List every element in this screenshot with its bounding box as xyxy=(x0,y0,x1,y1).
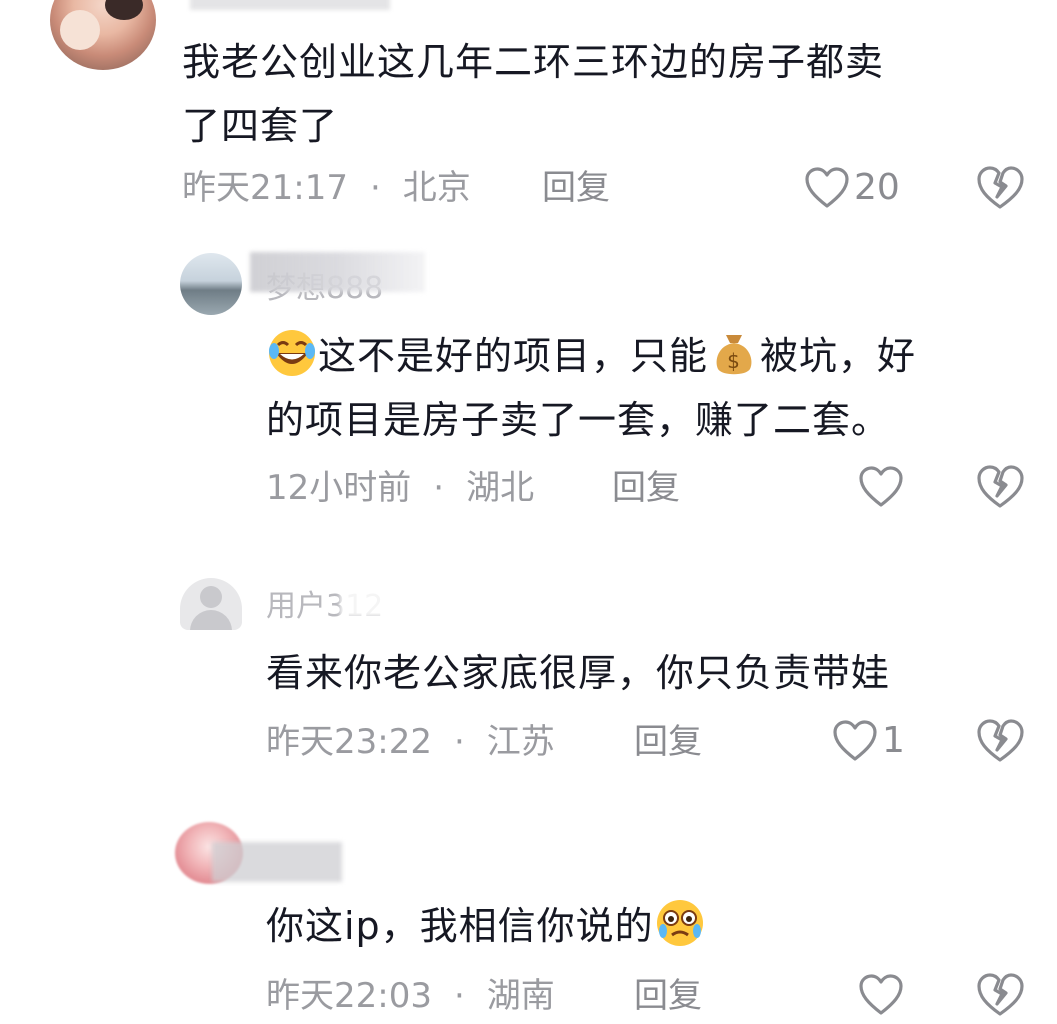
heart-outline-icon xyxy=(833,720,877,761)
comment-text: 你这ip，我相信你说的 xyxy=(266,894,1026,958)
comment-meta: 昨天21:17 · 北京 xyxy=(182,166,471,210)
heart-outline-icon xyxy=(859,974,903,1015)
broken-heart-icon xyxy=(977,973,1024,1016)
comment-location: 北京 xyxy=(402,168,471,208)
reply-button[interactable]: 回复 xyxy=(634,974,702,1018)
comment-meta: 昨天22:03 · 湖南 xyxy=(266,974,555,1018)
broken-heart-icon xyxy=(977,719,1024,762)
comment-text-line: 看来你老公家底很厚，你只负责带娃 xyxy=(266,651,891,695)
separator-dot: · xyxy=(453,976,465,1016)
dislike-button[interactable] xyxy=(975,163,1025,213)
dislike-button[interactable] xyxy=(975,716,1025,766)
comment-location: 湖北 xyxy=(466,468,535,508)
comment-location: 江苏 xyxy=(486,722,555,762)
username-mask xyxy=(340,583,470,617)
comment-time: 昨天22:03 xyxy=(266,976,432,1016)
separator-dot: · xyxy=(369,168,381,208)
reply-button[interactable]: 回复 xyxy=(612,466,680,510)
username-mask xyxy=(250,252,425,292)
separator-dot: · xyxy=(433,468,445,508)
comment-text-line: 你这ip，我相信你说的 xyxy=(266,904,654,948)
comment-text-line: 这不是好的项目，只能 xyxy=(318,334,709,378)
broken-heart-icon xyxy=(977,166,1024,209)
like-count: 1 xyxy=(882,720,905,761)
comment-text-line: 了四套了 xyxy=(182,104,339,148)
reply-button[interactable]: 回复 xyxy=(542,166,610,210)
money-bag-emoji: $ xyxy=(708,327,760,379)
like-button[interactable] xyxy=(858,970,908,1020)
comment-text-line: 的项目是房子卖了一套，赚了二套。 xyxy=(266,398,891,442)
svg-text:$: $ xyxy=(727,349,741,373)
username-mask xyxy=(212,842,342,882)
avatar[interactable] xyxy=(180,578,242,630)
broken-heart-icon xyxy=(977,465,1024,508)
comment-text: 我老公创业这几年二环三环边的房子都卖 了四套了 xyxy=(182,30,1022,158)
like-count: 20 xyxy=(854,167,900,208)
comment-time: 昨天21:17 xyxy=(182,168,348,208)
comment-item: 你这ip，我相信你说的 昨天22:03 · 湖南 回复 xyxy=(0,822,1057,1019)
comment-text: 看来你老公家底很厚，你只负责带娃 xyxy=(266,641,1026,705)
heart-outline-icon xyxy=(805,167,849,208)
heart-outline-icon xyxy=(859,466,903,507)
comment-text: 这不是好的项目，只能 $ 被坑，好 的项目是房子卖了一套，赚了二套。 xyxy=(266,324,1026,452)
reply-button[interactable]: 回复 xyxy=(634,720,702,764)
comment-item: 用户312 看来你老公家底很厚，你只负责带娃 昨天23:22 · 江苏 回复 1 xyxy=(0,575,1057,775)
dislike-button[interactable] xyxy=(975,970,1025,1020)
comment-time: 昨天23:22 xyxy=(266,722,432,762)
comment-text-line: 我老公创业这几年二环三环边的房子都卖 xyxy=(182,40,885,84)
separator-dot: · xyxy=(453,722,465,762)
comment-time: 12小时前 xyxy=(266,468,412,508)
comment-location: 湖南 xyxy=(486,976,555,1016)
dislike-button[interactable] xyxy=(975,462,1025,512)
like-button[interactable] xyxy=(858,462,908,512)
teary-emoji xyxy=(654,897,706,949)
comment-item: 我老公创业这几年二环三环边的房子都卖 了四套了 昨天21:17 · 北京 回复 20 xyxy=(0,0,1057,230)
rolling-laughing-emoji xyxy=(266,327,318,379)
comment-meta: 12小时前 · 湖北 xyxy=(266,466,534,510)
comment-meta: 昨天23:22 · 江苏 xyxy=(266,720,555,764)
username-mask xyxy=(190,0,390,10)
like-button[interactable]: 20 xyxy=(804,163,900,213)
avatar[interactable] xyxy=(50,0,156,70)
avatar[interactable] xyxy=(180,253,242,315)
like-button[interactable]: 1 xyxy=(832,716,905,766)
comment-text-line: 被坑，好 xyxy=(760,334,917,378)
comment-item: 梦想888 这不是好的项目，只能 $ 被坑，好 的项目是房子卖了一套，赚了二套。… xyxy=(0,250,1057,530)
